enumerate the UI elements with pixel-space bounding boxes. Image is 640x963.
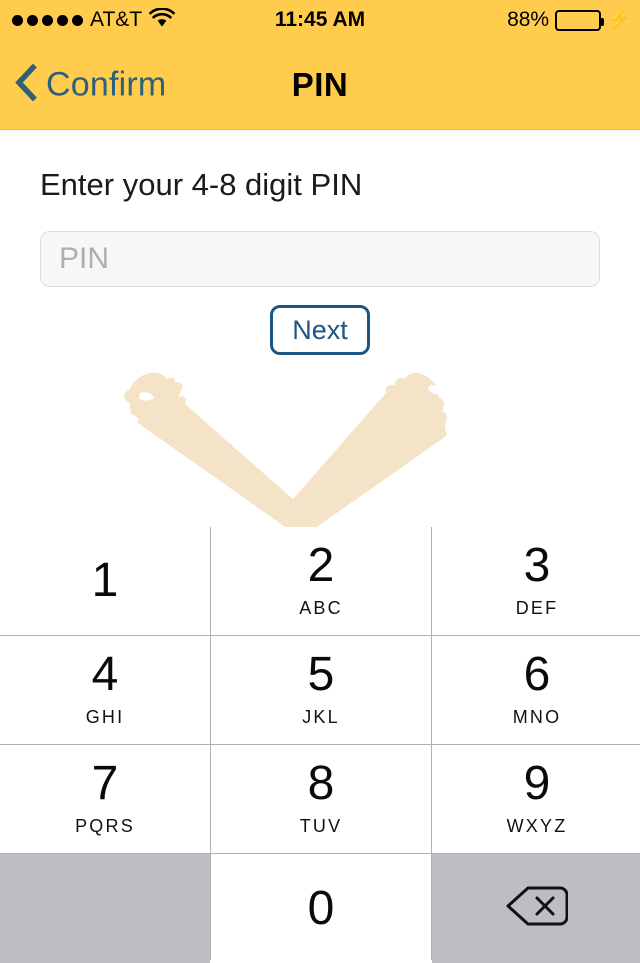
status-bar-right: 88% ⚡ [507, 0, 631, 40]
battery-percent-label: 88% [507, 8, 550, 31]
key-letters-label: DEF [515, 597, 559, 618]
status-bar: AT&T 11:45 AM 88% ⚡ [0, 0, 640, 40]
delete-backspace-icon [506, 884, 569, 933]
key-6[interactable]: 6 MNO [432, 636, 640, 744]
key-digit-label: 4 [91, 647, 119, 701]
key-4[interactable]: 4 GHI [0, 636, 210, 744]
key-letters-label: MNO [512, 706, 562, 727]
key-digit-label: 5 [307, 647, 335, 701]
key-letters-label: GHI [85, 706, 125, 727]
key-0[interactable]: 0 [211, 854, 431, 963]
key-letters-label: TUV [299, 815, 343, 836]
next-button[interactable]: Next [270, 305, 370, 355]
key-8[interactable]: 8 TUV [211, 745, 431, 853]
key-digit-label: 7 [91, 756, 119, 810]
key-digit-label: 0 [307, 881, 335, 935]
key-digit-label: 6 [523, 647, 551, 701]
key-delete[interactable] [432, 854, 640, 963]
key-2[interactable]: 2 ABC [211, 527, 431, 635]
navigation-bar: Confirm PIN [0, 40, 640, 130]
battery-icon [555, 9, 605, 31]
key-1[interactable]: 1 [0, 527, 210, 635]
key-letters-label: WXYZ [506, 815, 568, 836]
key-digit-label: 8 [307, 756, 335, 810]
key-3[interactable]: 3 DEF [432, 527, 640, 635]
page-title: PIN [291, 65, 349, 103]
key-9[interactable]: 9 WXYZ [432, 745, 640, 853]
key-digit-label: 9 [523, 756, 551, 810]
numeric-keypad[interactable]: 1 2 ABC 3 DEF 4 GHI 5 JKL 6 MNO 7 PQRS 8 TUV 9 WXYZ 0 [0, 527, 640, 963]
key-letters-label: PQRS [75, 815, 135, 836]
pin-prompt-label: Enter your 4-8 digit PIN [40, 167, 363, 202]
key-5[interactable]: 5 JKL [211, 636, 431, 744]
lightning-bolt-icon: ⚡ [606, 9, 631, 31]
pin-input[interactable] [40, 231, 600, 287]
key-letters-label: JKL [302, 706, 340, 727]
key-7[interactable]: 7 PQRS [0, 745, 210, 853]
key-digit-label: 2 [307, 538, 335, 592]
pin-entry-content: Enter your 4-8 digit PIN Next [0, 131, 640, 527]
checkmark-brushstroke-watermark [118, 371, 468, 527]
key-blank [0, 854, 210, 963]
key-letters-label: ABC [299, 597, 343, 618]
key-digit-label: 1 [91, 554, 119, 607]
key-digit-label: 3 [523, 538, 551, 592]
